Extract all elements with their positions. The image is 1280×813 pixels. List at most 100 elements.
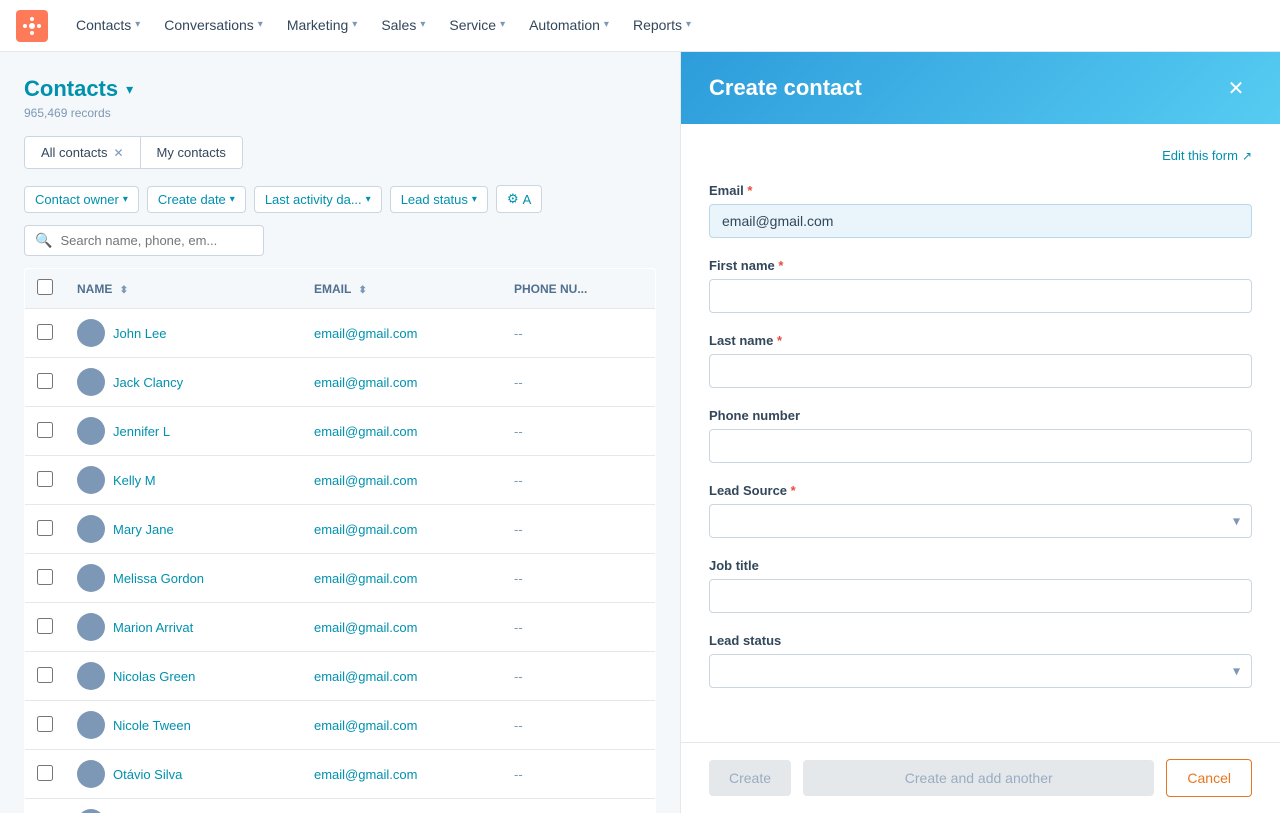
- job-title-label: Job title: [709, 558, 1252, 573]
- contact-email-link[interactable]: email@gmail.com: [314, 669, 418, 684]
- phone-field[interactable]: [709, 429, 1252, 463]
- panel-header: Create contact ✕: [681, 52, 1280, 124]
- contact-name-link[interactable]: Nicole Tween: [113, 718, 191, 733]
- phone-cell: --: [502, 652, 656, 701]
- create-and-add-another-button[interactable]: Create and add another: [803, 760, 1154, 796]
- more-filters-button[interactable]: ⚙ A: [496, 185, 542, 213]
- contact-email-link[interactable]: email@gmail.com: [314, 424, 418, 439]
- contact-owner-filter[interactable]: Contact owner ▾: [24, 186, 139, 213]
- lead-status-select[interactable]: New Open In Progress Open Deal Unqualifi…: [709, 654, 1252, 688]
- table-row: Mary Jane email@gmail.com --: [25, 505, 656, 554]
- contact-email-link[interactable]: email@gmail.com: [314, 571, 418, 586]
- phone-column-header[interactable]: PHONE NU...: [502, 269, 656, 309]
- first-name-label: First name *: [709, 258, 1252, 273]
- nav-conversations[interactable]: Conversations ▾: [152, 0, 275, 52]
- my-contacts-tab[interactable]: My contacts: [141, 137, 242, 168]
- contact-name-link[interactable]: Mary Jane: [113, 522, 174, 537]
- contact-email-link[interactable]: email@gmail.com: [314, 620, 418, 635]
- contact-name-link[interactable]: Jennifer L: [113, 424, 170, 439]
- create-button[interactable]: Create: [709, 760, 791, 796]
- phone-value: --: [514, 669, 523, 684]
- contacts-table: NAME ⬍ EMAIL ⬍ PHONE NU...: [24, 268, 656, 813]
- contacts-list-panel: Contacts ▾ 965,469 records All contacts …: [0, 52, 680, 813]
- contact-name-link[interactable]: Nicolas Green: [113, 669, 195, 684]
- last-name-field[interactable]: [709, 354, 1252, 388]
- contact-email-link[interactable]: email@gmail.com: [314, 326, 418, 341]
- close-panel-button[interactable]: ✕: [1220, 72, 1252, 104]
- contact-email-link[interactable]: email@gmail.com: [314, 522, 418, 537]
- chevron-down-icon: ▾: [420, 19, 425, 30]
- nav-contacts[interactable]: Contacts ▾: [64, 0, 152, 52]
- nav-sales[interactable]: Sales ▾: [369, 0, 437, 52]
- job-title-field[interactable]: [709, 579, 1252, 613]
- main-layout: Contacts ▾ 965,469 records All contacts …: [0, 52, 1280, 813]
- contact-name-link[interactable]: Melissa Gordon: [113, 571, 204, 586]
- row-checkbox[interactable]: [37, 569, 53, 585]
- lead-status-filter[interactable]: Lead status ▾: [390, 186, 488, 213]
- close-icon[interactable]: ✕: [113, 146, 123, 160]
- row-checkbox[interactable]: [37, 765, 53, 781]
- phone-value: --: [514, 473, 523, 488]
- search-input[interactable]: [60, 233, 253, 248]
- email-field[interactable]: [709, 204, 1252, 238]
- lead-source-field-group: Lead Source * Website Referral Social Me…: [709, 483, 1252, 538]
- contact-name-link[interactable]: Marion Arrivat: [113, 620, 193, 635]
- lead-source-select[interactable]: Website Referral Social Media Email Othe…: [709, 504, 1252, 538]
- table-row: Jennifer L email@gmail.com --: [25, 407, 656, 456]
- avatar: [77, 319, 105, 347]
- name-cell: Nicole Tween: [65, 701, 302, 750]
- row-checkbox[interactable]: [37, 373, 53, 389]
- email-cell: email@gmail.com: [302, 309, 502, 358]
- row-checkbox[interactable]: [37, 422, 53, 438]
- page-title: Contacts: [24, 76, 118, 102]
- table-row: Peter Pan email@gmail.com --: [25, 799, 656, 813]
- chevron-down-icon: ▾: [258, 19, 263, 30]
- row-checkbox-cell: [25, 701, 66, 750]
- avatar: [77, 417, 105, 445]
- page-title-caret-icon: ▾: [126, 81, 133, 98]
- external-link-icon: ↗: [1242, 149, 1252, 163]
- contact-name-link[interactable]: Jack Clancy: [113, 375, 183, 390]
- avatar: [77, 809, 105, 813]
- select-all-checkbox[interactable]: [37, 279, 53, 295]
- row-checkbox[interactable]: [37, 471, 53, 487]
- phone-cell: --: [502, 554, 656, 603]
- phone-cell: --: [502, 358, 656, 407]
- nav-automation[interactable]: Automation ▾: [517, 0, 621, 52]
- first-name-field[interactable]: [709, 279, 1252, 313]
- table-row: Nicolas Green email@gmail.com --: [25, 652, 656, 701]
- contact-name-link[interactable]: Kelly M: [113, 473, 156, 488]
- contact-name-link[interactable]: Otávio Silva: [113, 767, 182, 782]
- contact-email-link[interactable]: email@gmail.com: [314, 473, 418, 488]
- row-checkbox[interactable]: [37, 618, 53, 634]
- sort-icon: ⬍: [120, 285, 128, 296]
- email-cell: email@gmail.com: [302, 358, 502, 407]
- nav-service[interactable]: Service ▾: [437, 0, 517, 52]
- create-date-filter[interactable]: Create date ▾: [147, 186, 246, 213]
- contact-email-link[interactable]: email@gmail.com: [314, 767, 418, 782]
- contact-email-link[interactable]: email@gmail.com: [314, 718, 418, 733]
- chevron-down-icon: ▾: [230, 194, 235, 205]
- phone-cell: --: [502, 750, 656, 799]
- hubspot-logo[interactable]: [16, 10, 48, 42]
- row-checkbox[interactable]: [37, 324, 53, 340]
- contact-name-link[interactable]: John Lee: [113, 326, 167, 341]
- email-column-header[interactable]: EMAIL ⬍: [302, 269, 502, 309]
- last-activity-filter[interactable]: Last activity da... ▾: [254, 186, 382, 213]
- page-title-row: Contacts ▾: [24, 76, 656, 102]
- row-checkbox[interactable]: [37, 520, 53, 536]
- row-checkbox[interactable]: [37, 667, 53, 683]
- sort-icon: ⬍: [358, 285, 366, 296]
- edit-form-link[interactable]: Edit this form ↗: [709, 148, 1252, 163]
- name-cell: Mary Jane: [65, 505, 302, 554]
- cancel-button[interactable]: Cancel: [1166, 759, 1252, 797]
- nav-marketing[interactable]: Marketing ▾: [275, 0, 370, 52]
- required-indicator: *: [778, 258, 783, 273]
- phone-cell: --: [502, 456, 656, 505]
- phone-value: --: [514, 767, 523, 782]
- contact-email-link[interactable]: email@gmail.com: [314, 375, 418, 390]
- nav-reports[interactable]: Reports ▾: [621, 0, 703, 52]
- name-column-header[interactable]: NAME ⬍: [65, 269, 302, 309]
- row-checkbox[interactable]: [37, 716, 53, 732]
- all-contacts-tab[interactable]: All contacts ✕: [25, 137, 141, 168]
